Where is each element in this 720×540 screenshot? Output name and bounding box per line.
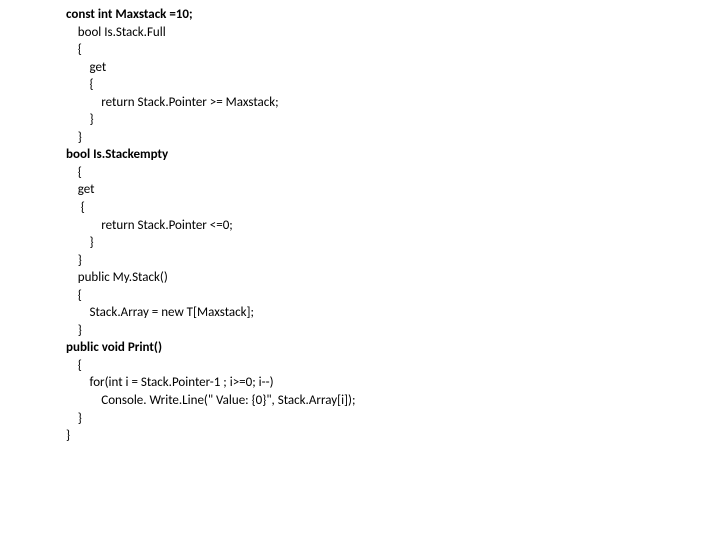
code-block: const int Maxstack =10; bool Is.Stack.Fu… [0,0,720,445]
code-line: return Stack.Pointer >= Maxstack; [66,94,720,112]
code-line: public My.Stack() [66,269,720,287]
code-line: } [66,111,720,129]
code-line: get [66,59,720,77]
code-line: Console. Write.Line(" Value: {0}", Stack… [66,392,720,410]
code-line: } [66,252,720,270]
code-line: bool Is.Stackempty [66,146,720,164]
code-line: { [66,41,720,59]
code-line: { [66,164,720,182]
code-line: for(int i = Stack.Pointer-1 ; i>=0; i--) [66,374,720,392]
code-line: get [66,181,720,199]
code-line: const int Maxstack =10; [66,6,720,24]
code-line: } [66,410,720,428]
code-line: { [66,287,720,305]
code-line: } [66,322,720,340]
code-line: bool Is.Stack.Full [66,24,720,42]
code-line: { [66,76,720,94]
code-line: } [66,427,720,445]
code-line: public void Print() [66,339,720,357]
code-line: { [66,357,720,375]
code-line: return Stack.Pointer <=0; [66,217,720,235]
code-line: } [66,234,720,252]
code-line: { [66,199,720,217]
code-line: Stack.Array = new T[Maxstack]; [66,304,720,322]
code-line: } [66,129,720,147]
